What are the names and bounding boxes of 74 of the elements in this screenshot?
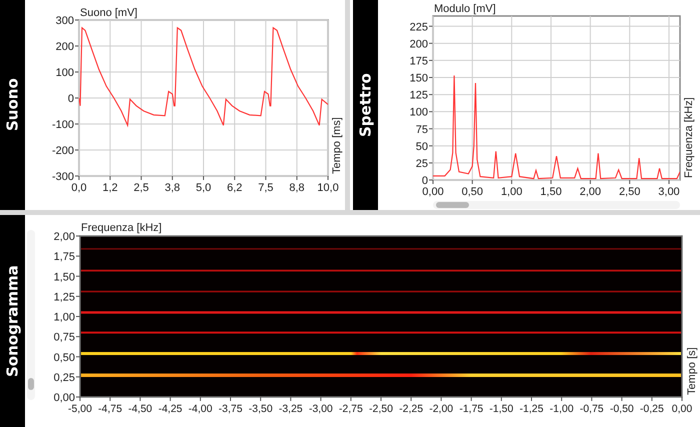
- axis-tick-label: -2,00: [429, 403, 454, 415]
- axis-tick-label: 0,00: [54, 392, 75, 404]
- axis-tick-label: 0,25: [54, 372, 75, 384]
- axis-tick-label: -1,00: [550, 403, 574, 415]
- axis-tick-label: -5,00: [68, 403, 92, 415]
- axis-tick-label: -0,50: [610, 403, 634, 415]
- axis-tick-label: 0: [68, 93, 74, 105]
- axis-tick-label: 225: [410, 21, 428, 34]
- axis-tick-label: -4,25: [158, 403, 182, 415]
- axis-tick-label: 75: [416, 124, 428, 136]
- axis-title: Frequenza [kHz]: [683, 97, 695, 178]
- axis-title: Frequenza [kHz]: [81, 222, 162, 234]
- axis-tick-label: 25: [416, 158, 428, 170]
- axis-tick-label: -3,75: [218, 403, 242, 415]
- axis-tick-label: -2,50: [369, 403, 393, 415]
- axis-tick-label: 1,25: [54, 291, 75, 304]
- axis-tick-label: 1,50: [540, 186, 562, 198]
- axis-tick-label: -4,00: [188, 403, 212, 415]
- axis-tick-label: 3,00: [658, 186, 680, 198]
- axis-tick-label: 2,00: [580, 186, 602, 198]
- axis-tick-label: -3,25: [278, 403, 303, 415]
- axis-tick-label: -4,75: [98, 403, 122, 415]
- axis-title: Suono [mV]: [80, 7, 138, 19]
- panel-label: Sonogramma: [0, 215, 25, 427]
- axis-tick-label: 1,50: [54, 271, 75, 284]
- axis-tick-label: 2,5: [134, 182, 149, 194]
- axis-tick-label: -200: [52, 145, 74, 157]
- axis-tick-label: 0,0: [71, 182, 87, 194]
- axis-tick-label: 125: [410, 90, 428, 102]
- axis-tick-label: 150: [410, 72, 428, 84]
- axis-title: Modulo [mV]: [434, 3, 496, 15]
- axis-tick-label: 200: [410, 38, 428, 50]
- axis-tick-label: -2,75: [338, 403, 363, 415]
- axis-tick-label: -0,25: [640, 403, 664, 415]
- axis-tick-label: 300: [56, 15, 74, 27]
- axis-tick-label: 3,8: [164, 182, 180, 194]
- axis-tick-label: -1,25: [520, 403, 544, 415]
- axis-tick-label: 0: [422, 175, 428, 187]
- axis-tick-label: 1,75: [54, 251, 75, 264]
- axis-tick-label: 1,00: [54, 312, 75, 324]
- axis-title: Tempo [s]: [686, 347, 698, 395]
- axis-tick-label: 1,2: [102, 182, 118, 194]
- axis-tick-label: -2,25: [399, 403, 424, 415]
- axis-tick-label: 2,50: [618, 186, 640, 198]
- axis-tick-label: 100: [410, 106, 428, 119]
- axis-tick-label: -3,50: [248, 403, 273, 415]
- axis-tick-label: 6,2: [226, 182, 242, 194]
- axis-tick-label: 0,50: [54, 352, 75, 364]
- axis-tick-label: 0,75: [54, 332, 75, 344]
- axis-tick-label: 8,8: [289, 182, 305, 194]
- axis-tick-label: -1,50: [489, 403, 514, 415]
- scrollbar[interactable]: [26, 230, 34, 400]
- axis-tick-label: 0,00: [672, 403, 692, 415]
- axis-tick-label: 0,50: [462, 186, 484, 198]
- axis-tick-label: -4,50: [128, 403, 152, 415]
- axis-tick-label: 7,5: [258, 182, 274, 194]
- axis-tick-label: -100: [52, 119, 74, 131]
- axis-tick-label: -1,75: [459, 403, 484, 415]
- axis-tick-label: 2,00: [54, 231, 75, 243]
- axis-tick-label: 200: [56, 41, 74, 53]
- panel-label: Spettro: [353, 0, 378, 210]
- axis-tick-label: 100: [56, 67, 74, 79]
- scrollbar[interactable]: [433, 201, 680, 209]
- axis-tick-label: 1,00: [500, 186, 522, 198]
- axis-tick-label: 175: [410, 55, 428, 68]
- axis-tick-label: -3,00: [308, 403, 333, 415]
- axis-tick-label: 5,0: [196, 182, 212, 194]
- axis-tick-label: 0,00: [422, 186, 444, 198]
- axis-tick-label: 10,0: [317, 182, 339, 194]
- axis-tick-label: -0,75: [580, 403, 604, 415]
- axis-title: Tempo [ms]: [331, 117, 343, 174]
- panel-label: Suono: [0, 0, 25, 210]
- axis-tick-label: -300: [52, 171, 74, 183]
- axis-tick-label: 50: [416, 140, 428, 153]
